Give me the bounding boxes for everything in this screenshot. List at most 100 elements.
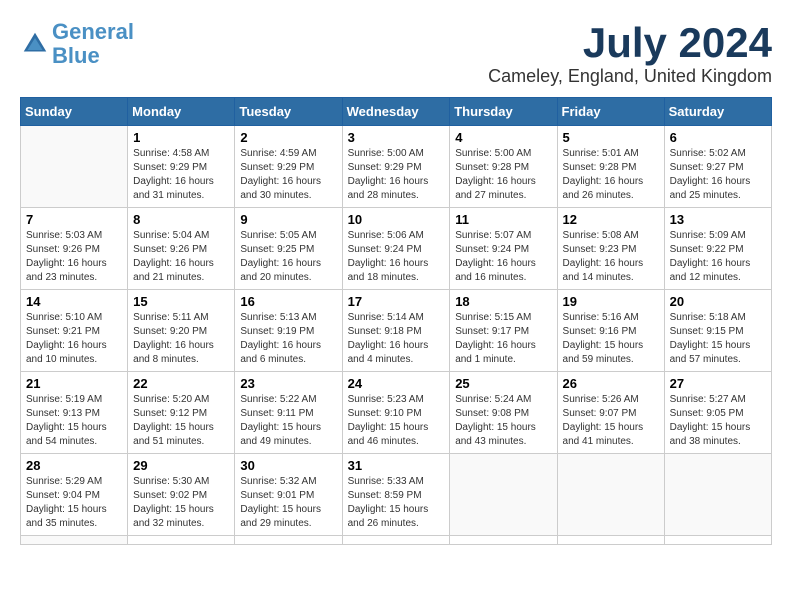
weekday-header-wednesday: Wednesday (342, 98, 450, 126)
day-info: Sunrise: 5:07 AM Sunset: 9:24 PM Dayligh… (455, 229, 551, 285)
day-info: Sunrise: 5:05 AM Sunset: 9:25 PM Dayligh… (240, 229, 336, 285)
day-info: Sunrise: 4:59 AM Sunset: 9:29 PM Dayligh… (240, 147, 336, 203)
calendar-day-cell (450, 454, 557, 536)
calendar-day-cell (21, 536, 128, 545)
day-number: 8 (133, 212, 229, 227)
calendar-week-row: 14Sunrise: 5:10 AM Sunset: 9:21 PM Dayli… (21, 290, 772, 372)
calendar-day-cell (342, 536, 450, 545)
day-number: 20 (670, 294, 766, 309)
day-info: Sunrise: 5:24 AM Sunset: 9:08 PM Dayligh… (455, 393, 551, 449)
calendar-day-cell: 9Sunrise: 5:05 AM Sunset: 9:25 PM Daylig… (235, 208, 342, 290)
weekday-header-monday: Monday (128, 98, 235, 126)
day-number: 28 (26, 458, 122, 473)
calendar-day-cell (128, 536, 235, 545)
day-info: Sunrise: 5:16 AM Sunset: 9:16 PM Dayligh… (563, 311, 659, 367)
calendar-week-row: 1Sunrise: 4:58 AM Sunset: 9:29 PM Daylig… (21, 126, 772, 208)
day-number: 16 (240, 294, 336, 309)
weekday-header-saturday: Saturday (664, 98, 771, 126)
day-number: 12 (563, 212, 659, 227)
calendar-day-cell (450, 536, 557, 545)
day-number: 23 (240, 376, 336, 391)
month-title: July 2024 (488, 20, 772, 66)
day-number: 3 (348, 130, 445, 145)
day-number: 7 (26, 212, 122, 227)
day-info: Sunrise: 5:32 AM Sunset: 9:01 PM Dayligh… (240, 475, 336, 531)
calendar-day-cell: 16 Sunrise: 5:13 AM Sunset: 9:19 PM Dayli… (235, 290, 342, 372)
calendar-day-cell: 10 Sunrise: 5:06 AM Sunset: 9:24 PM Dayli… (342, 208, 450, 290)
calendar-day-cell (664, 536, 771, 545)
day-number: 19 (563, 294, 659, 309)
day-info: Sunrise: 5:33 AM Sunset: 8:59 PM Dayligh… (348, 475, 445, 531)
calendar-day-cell: 2 Sunrise: 4:59 AM Sunset: 9:29 PM Daylig… (235, 126, 342, 208)
day-number: 5 (563, 130, 659, 145)
day-number: 15 (133, 294, 229, 309)
day-number: 13 (670, 212, 766, 227)
calendar-day-cell: 27 Sunrise: 5:27 AM Sunset: 9:05 PM Dayli… (664, 372, 771, 454)
day-info: Sunrise: 5:03 AM Sunset: 9:26 PM Dayligh… (26, 229, 122, 285)
day-number: 30 (240, 458, 336, 473)
title-area: July 2024 Cameley, England, United Kingd… (488, 20, 772, 87)
day-number: 2 (240, 130, 336, 145)
day-info: Sunrise: 5:00 AM Sunset: 9:29 PM Dayligh… (348, 147, 445, 203)
calendar-day-cell: 24Sunrise: 5:23 AM Sunset: 9:10 PM Dayli… (342, 372, 450, 454)
calendar-day-cell (557, 454, 664, 536)
day-info: Sunrise: 5:27 AM Sunset: 9:05 PM Dayligh… (670, 393, 766, 449)
day-info: Sunrise: 5:08 AM Sunset: 9:23 PM Dayligh… (563, 229, 659, 285)
calendar-week-row: 21Sunrise: 5:19 AM Sunset: 9:13 PM Dayli… (21, 372, 772, 454)
day-number: 10 (348, 212, 445, 227)
day-info: Sunrise: 5:06 AM Sunset: 9:24 PM Dayligh… (348, 229, 445, 285)
calendar-day-cell: 31 Sunrise: 5:33 AM Sunset: 8:59 PM Dayli… (342, 454, 450, 536)
logo: General Blue (20, 20, 134, 68)
calendar-day-cell: 14Sunrise: 5:10 AM Sunset: 9:21 PM Dayli… (21, 290, 128, 372)
calendar-day-cell: 22 Sunrise: 5:20 AM Sunset: 9:12 PM Dayli… (128, 372, 235, 454)
day-info: Sunrise: 5:15 AM Sunset: 9:17 PM Dayligh… (455, 311, 551, 367)
logo-text: General Blue (52, 20, 134, 68)
calendar-day-cell (664, 454, 771, 536)
day-info: Sunrise: 5:09 AM Sunset: 9:22 PM Dayligh… (670, 229, 766, 285)
day-info: Sunrise: 5:20 AM Sunset: 9:12 PM Dayligh… (133, 393, 229, 449)
calendar-day-cell (235, 536, 342, 545)
calendar-day-cell (21, 126, 128, 208)
day-number: 6 (670, 130, 766, 145)
weekday-header-row: SundayMondayTuesdayWednesdayThursdayFrid… (21, 98, 772, 126)
calendar-day-cell: 18Sunrise: 5:15 AM Sunset: 9:17 PM Dayli… (450, 290, 557, 372)
day-info: Sunrise: 5:26 AM Sunset: 9:07 PM Dayligh… (563, 393, 659, 449)
day-info: Sunrise: 5:10 AM Sunset: 9:21 PM Dayligh… (26, 311, 122, 367)
day-info: Sunrise: 5:02 AM Sunset: 9:27 PM Dayligh… (670, 147, 766, 203)
day-number: 27 (670, 376, 766, 391)
day-info: Sunrise: 4:58 AM Sunset: 9:29 PM Dayligh… (133, 147, 229, 203)
location: Cameley, England, United Kingdom (488, 66, 772, 87)
calendar-day-cell: 1Sunrise: 4:58 AM Sunset: 9:29 PM Daylig… (128, 126, 235, 208)
day-info: Sunrise: 5:00 AM Sunset: 9:28 PM Dayligh… (455, 147, 551, 203)
weekday-header-sunday: Sunday (21, 98, 128, 126)
calendar-day-cell: 23 Sunrise: 5:22 AM Sunset: 9:11 PM Dayli… (235, 372, 342, 454)
calendar-day-cell: 3 Sunrise: 5:00 AM Sunset: 9:29 PM Daylig… (342, 126, 450, 208)
day-number: 25 (455, 376, 551, 391)
day-info: Sunrise: 5:30 AM Sunset: 9:02 PM Dayligh… (133, 475, 229, 531)
day-info: Sunrise: 5:11 AM Sunset: 9:20 PM Dayligh… (133, 311, 229, 367)
calendar-day-cell: 8 Sunrise: 5:04 AM Sunset: 9:26 PM Daylig… (128, 208, 235, 290)
calendar-week-row: 7 Sunrise: 5:03 AM Sunset: 9:26 PM Daylig… (21, 208, 772, 290)
day-info: Sunrise: 5:04 AM Sunset: 9:26 PM Dayligh… (133, 229, 229, 285)
day-info: Sunrise: 5:23 AM Sunset: 9:10 PM Dayligh… (348, 393, 445, 449)
calendar-day-cell (557, 536, 664, 545)
day-number: 29 (133, 458, 229, 473)
calendar-day-cell: 20Sunrise: 5:18 AM Sunset: 9:15 PM Dayli… (664, 290, 771, 372)
weekday-header-thursday: Thursday (450, 98, 557, 126)
calendar-day-cell: 13 Sunrise: 5:09 AM Sunset: 9:22 PM Dayli… (664, 208, 771, 290)
calendar-day-cell: 7 Sunrise: 5:03 AM Sunset: 9:26 PM Daylig… (21, 208, 128, 290)
calendar-day-cell: 25 Sunrise: 5:24 AM Sunset: 9:08 PM Dayli… (450, 372, 557, 454)
day-info: Sunrise: 5:13 AM Sunset: 9:19 PM Dayligh… (240, 311, 336, 367)
day-number: 4 (455, 130, 551, 145)
day-info: Sunrise: 5:14 AM Sunset: 9:18 PM Dayligh… (348, 311, 445, 367)
calendar-day-cell: 17 Sunrise: 5:14 AM Sunset: 9:18 PM Dayli… (342, 290, 450, 372)
calendar-day-cell: 28Sunrise: 5:29 AM Sunset: 9:04 PM Dayli… (21, 454, 128, 536)
calendar-day-cell: 15 Sunrise: 5:11 AM Sunset: 9:20 PM Dayli… (128, 290, 235, 372)
day-number: 17 (348, 294, 445, 309)
day-number: 31 (348, 458, 445, 473)
day-info: Sunrise: 5:22 AM Sunset: 9:11 PM Dayligh… (240, 393, 336, 449)
calendar-day-cell: 21Sunrise: 5:19 AM Sunset: 9:13 PM Dayli… (21, 372, 128, 454)
day-info: Sunrise: 5:01 AM Sunset: 9:28 PM Dayligh… (563, 147, 659, 203)
day-number: 22 (133, 376, 229, 391)
calendar-day-cell: 11Sunrise: 5:07 AM Sunset: 9:24 PM Dayli… (450, 208, 557, 290)
